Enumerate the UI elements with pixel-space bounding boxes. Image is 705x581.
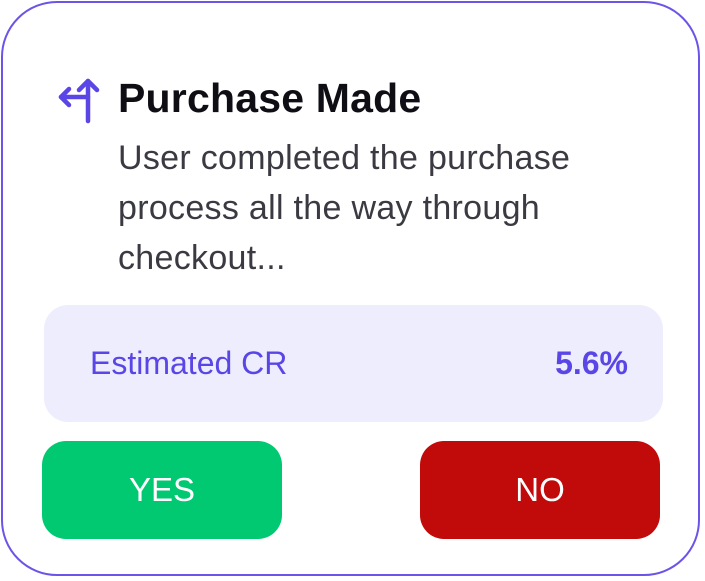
yes-button[interactable]: YES [42, 441, 282, 539]
card-description: User completed the purchase process all … [118, 139, 571, 277]
metric-label: Estimated CR [90, 345, 288, 381]
turn-up-left-arrow-icon [52, 71, 106, 125]
card-title: Purchase Made [118, 75, 422, 121]
metric-value: 5.6% [555, 345, 628, 381]
card-header: Purchase Made [52, 71, 421, 125]
no-button[interactable]: NO [420, 441, 660, 539]
estimated-cr-panel: Estimated CR 5.6% [44, 305, 663, 422]
